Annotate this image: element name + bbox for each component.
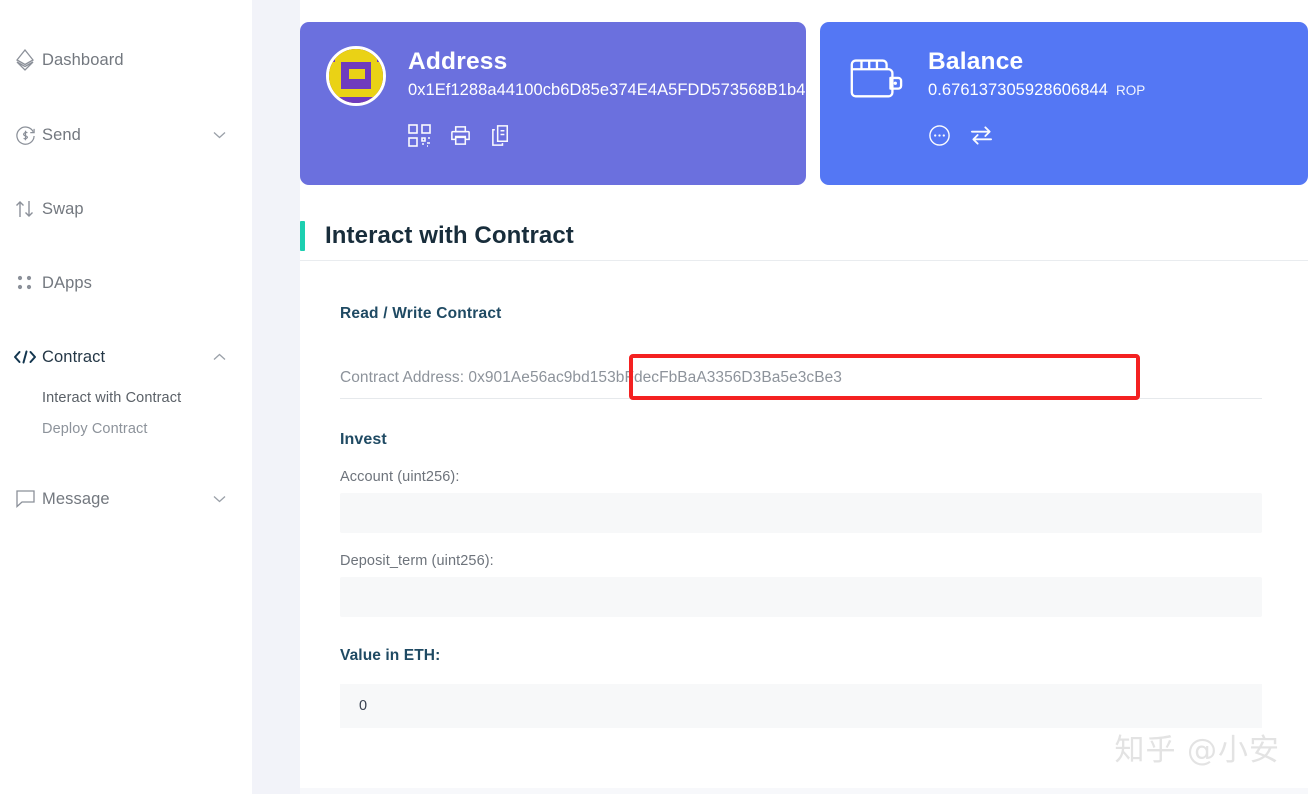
value-in-eth-input[interactable]: 0 xyxy=(340,684,1262,728)
app-root: Dashboard Send xyxy=(0,0,1308,794)
copy-icon[interactable] xyxy=(490,124,513,152)
address-card-actions xyxy=(408,124,806,152)
sidebar-item-label: Message xyxy=(42,490,212,509)
bottom-strip xyxy=(300,788,1308,794)
field-deposit-term: Deposit_term (uint256): xyxy=(340,553,1308,617)
sidebar-item-dashboard[interactable]: Dashboard xyxy=(0,34,252,86)
balance-card: Balance 0.676137305928606844 ROP xyxy=(820,22,1308,185)
contract-subnav: Interact with Contract Deploy Contract xyxy=(0,383,252,445)
sidebar-item-label: Dashboard xyxy=(42,51,226,70)
sidebar-item-send[interactable]: Send xyxy=(0,109,252,161)
sidebar-gutter xyxy=(252,0,300,794)
value-in-eth-label: Value in ETH: xyxy=(340,647,1308,665)
exchange-arrows-icon[interactable] xyxy=(969,124,994,152)
chevron-down-icon[interactable] xyxy=(212,492,226,506)
wallet-icon xyxy=(846,48,906,185)
contract-address-row: Contract Address: 0x901Ae56ac9bd153bFdec… xyxy=(340,357,1308,399)
contract-panel: Read / Write Contract Contract Address: … xyxy=(300,261,1308,728)
chevron-up-icon[interactable] xyxy=(212,350,226,364)
chat-bubble-icon xyxy=(8,489,42,509)
sidebar-item-label: Contract xyxy=(42,348,212,367)
code-brackets-icon xyxy=(8,349,42,365)
qr-code-icon[interactable] xyxy=(408,124,431,152)
sidebar-item-swap[interactable]: Swap xyxy=(0,183,252,235)
sidebar-item-label: Swap xyxy=(42,200,226,219)
function-title: Invest xyxy=(340,431,1308,449)
balance-card-title: Balance xyxy=(928,48,1308,77)
account-input[interactable] xyxy=(340,493,1262,533)
section-header: Interact with Contract xyxy=(300,211,1308,261)
print-icon[interactable] xyxy=(449,124,472,152)
sidebar-subitem-deploy-contract[interactable]: Deploy Contract xyxy=(42,414,252,445)
send-circle-icon xyxy=(8,125,42,146)
sidebar-item-label: DApps xyxy=(42,274,226,293)
deposit-term-input[interactable] xyxy=(340,577,1262,617)
balance-card-actions xyxy=(928,124,1308,152)
field-account: Account (uint256): xyxy=(340,469,1308,533)
sidebar-item-dapps[interactable]: DApps xyxy=(0,257,252,309)
address-card: Address 0x1Ef1288a44100cb6D85e374E4A5FDD… xyxy=(300,22,806,185)
balance-value: 0.676137305928606844 xyxy=(928,81,1108,99)
watermark: 知乎 @小安 xyxy=(1114,725,1280,769)
sidebar-item-message[interactable]: Message xyxy=(0,473,252,525)
address-card-body: Address 0x1Ef1288a44100cb6D85e374E4A5FDD… xyxy=(408,46,806,185)
balance-row: 0.676137305928606844 ROP xyxy=(928,81,1308,100)
sidebar-item-label: Send xyxy=(42,126,212,145)
main-content: Address 0x1Ef1288a44100cb6D85e374E4A5FDD… xyxy=(300,0,1308,794)
address-card-title: Address xyxy=(408,48,806,77)
swap-arrows-icon xyxy=(8,199,42,219)
contract-address-input[interactable]: Contract Address: 0x901Ae56ac9bd153bFdec… xyxy=(340,357,1262,399)
more-options-icon[interactable] xyxy=(928,124,951,152)
sidebar-subitem-interact-with-contract[interactable]: Interact with Contract xyxy=(42,383,252,414)
page-title: Interact with Contract xyxy=(325,222,574,250)
sidebar-item-contract[interactable]: Contract xyxy=(0,331,252,383)
field-label: Deposit_term (uint256): xyxy=(340,553,1308,569)
field-label: Account (uint256): xyxy=(340,469,1308,485)
sidebar: Dashboard Send xyxy=(0,0,252,794)
section-accent-bar xyxy=(300,221,305,251)
ethereum-diamond-icon xyxy=(8,49,42,71)
balance-unit: ROP xyxy=(1116,83,1145,98)
summary-cards: Address 0x1Ef1288a44100cb6D85e374E4A5FDD… xyxy=(300,0,1308,185)
avatar xyxy=(326,46,386,106)
balance-card-body: Balance 0.676137305928606844 ROP xyxy=(928,46,1308,185)
read-write-contract-label: Read / Write Contract xyxy=(340,305,1308,323)
wallet-address-value: 0x1Ef1288a44100cb6D85e374E4A5FDD573568B1… xyxy=(408,81,806,100)
grid-dots-icon xyxy=(8,273,42,293)
chevron-down-icon[interactable] xyxy=(212,128,226,142)
